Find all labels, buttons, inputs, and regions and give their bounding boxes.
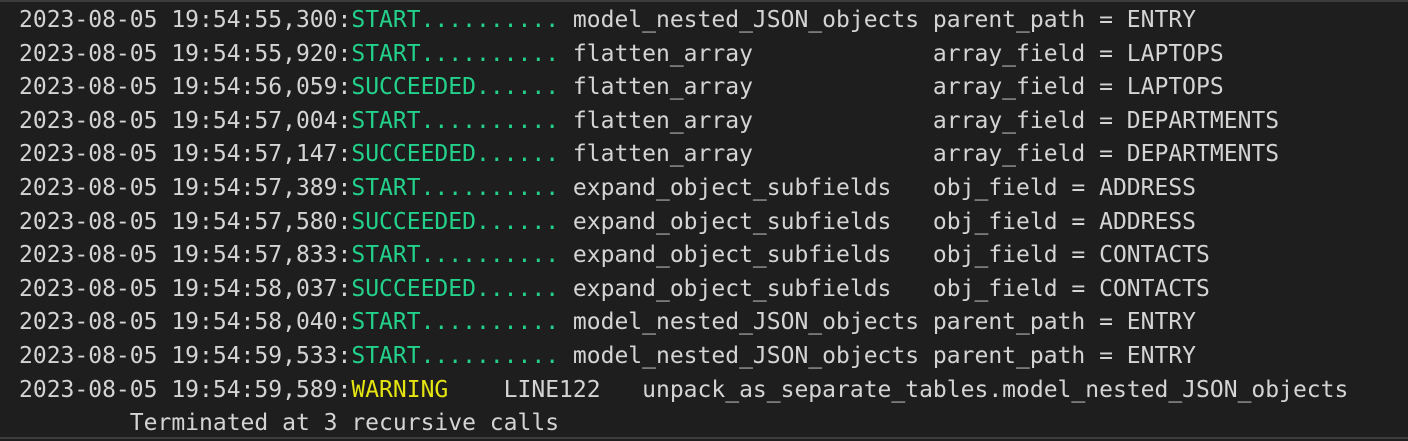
status-start: START..........: [351, 174, 560, 201]
terminal-output: 2023-08-05 19:54:55,300:START.......... …: [0, 0, 1408, 439]
log-line: 2023-08-05 19:54:59,589:WARNING LINE122 …: [19, 374, 1408, 408]
log-timestamp: 2023-08-05 19:54:57,833:: [19, 242, 352, 269]
log-line: 2023-08-05 19:54:56,059:SUCCEEDED...... …: [19, 71, 1408, 105]
log-message: expand_object_subfields obj_field = ADDR…: [559, 208, 1197, 235]
log-timestamp: 2023-08-05 19:54:57,147:: [19, 141, 352, 168]
log-continuation: Terminated at 3 recursive calls: [19, 410, 560, 437]
log-message: expand_object_subfields obj_field = ADDR…: [559, 174, 1197, 201]
log-message: model_nested_JSON_objects parent_path = …: [559, 342, 1197, 369]
status-warning: WARNING: [351, 376, 449, 403]
log-message: flatten_array array_field = DEPARTMENTS: [559, 141, 1280, 168]
log-line: 2023-08-05 19:54:55,920:START.......... …: [19, 38, 1408, 72]
log-line: 2023-08-05 19:54:55,300:START.......... …: [19, 4, 1408, 38]
status-succeeded: SUCCEEDED......: [351, 141, 560, 168]
log-message: flatten_array array_field = LAPTOPS: [559, 40, 1224, 67]
log-message: model_nested_JSON_objects parent_path = …: [559, 309, 1197, 336]
log-timestamp: 2023-08-05 19:54:59,589:: [19, 376, 352, 403]
log-timestamp: 2023-08-05 19:54:58,040:: [19, 309, 352, 336]
log-continuation-line: Terminated at 3 recursive calls: [19, 407, 1408, 441]
log-line: 2023-08-05 19:54:58,040:START.......... …: [19, 306, 1408, 340]
log-line: 2023-08-05 19:54:57,004:START.......... …: [19, 105, 1408, 139]
log-message: LINE122 unpack_as_separate_tables.model_…: [448, 376, 1349, 403]
log-message: model_nested_JSON_objects parent_path = …: [559, 7, 1197, 33]
log-timestamp: 2023-08-05 19:54:57,004:: [19, 107, 352, 134]
log-line: 2023-08-05 19:54:58,037:SUCCEEDED...... …: [19, 273, 1408, 307]
log-timestamp: 2023-08-05 19:54:56,059:: [19, 74, 352, 101]
log-line: 2023-08-05 19:54:57,147:SUCCEEDED...... …: [19, 138, 1408, 172]
log-line: 2023-08-05 19:54:57,389:START.......... …: [19, 172, 1408, 206]
log-timestamp: 2023-08-05 19:54:57,389:: [19, 174, 352, 201]
log-message: flatten_array array_field = LAPTOPS: [559, 74, 1224, 101]
status-start: START..........: [351, 342, 560, 369]
status-start: START..........: [351, 309, 560, 336]
status-start: START..........: [351, 40, 560, 67]
log-message: expand_object_subfields obj_field = CONT…: [559, 275, 1210, 302]
log-message: flatten_array array_field = DEPARTMENTS: [559, 107, 1280, 134]
log-line: 2023-08-05 19:54:59,533:START.......... …: [19, 340, 1408, 374]
status-succeeded: SUCCEEDED......: [351, 275, 560, 302]
log-timestamp: 2023-08-05 19:54:58,037:: [19, 275, 352, 302]
status-succeeded: SUCCEEDED......: [351, 74, 560, 101]
status-start: START..........: [351, 242, 560, 269]
status-succeeded: SUCCEEDED......: [351, 208, 560, 235]
status-start: START..........: [351, 107, 560, 134]
log-message: expand_object_subfields obj_field = CONT…: [559, 242, 1210, 269]
log-timestamp: 2023-08-05 19:54:59,533:: [19, 342, 352, 369]
log-timestamp: 2023-08-05 19:54:55,920:: [19, 40, 352, 67]
log-timestamp: 2023-08-05 19:54:55,300:: [19, 7, 352, 33]
log-timestamp: 2023-08-05 19:54:57,580:: [19, 208, 352, 235]
status-start: START..........: [351, 7, 560, 33]
log-line: 2023-08-05 19:54:57,833:START.......... …: [19, 239, 1408, 273]
log-line: 2023-08-05 19:54:57,580:SUCCEEDED...... …: [19, 206, 1408, 240]
